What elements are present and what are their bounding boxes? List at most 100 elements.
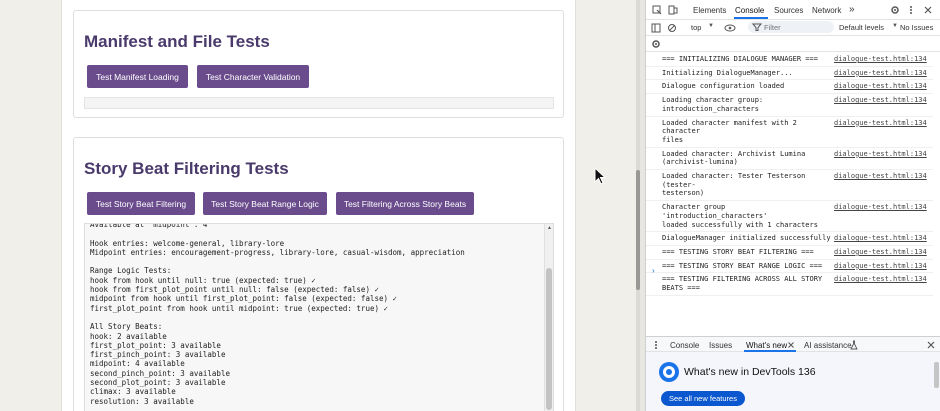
- drawer-tab-issues[interactable]: Issues: [709, 341, 732, 350]
- console-source-link[interactable]: dialogue-test.html:134: [834, 275, 927, 284]
- console-prompt[interactable]: ›: [652, 266, 655, 275]
- whats-new-scrollbar[interactable]: [934, 362, 939, 388]
- console-message: DialogueManager initialized successfully…: [646, 232, 933, 246]
- console-source-link[interactable]: dialogue-test.html:134: [834, 119, 927, 128]
- console-message: Loaded character manifest with 2 charact…: [646, 117, 933, 148]
- console-message: Dialogue configuration loaded dialogue-te…: [646, 80, 933, 95]
- console-message: === TESTING STORY BEAT RANGE LOGIC === di…: [646, 260, 933, 274]
- test-manifest-loading-button[interactable]: Test Manifest Loading: [87, 65, 188, 88]
- section-title-story-beat: Story Beat Filtering Tests: [84, 159, 289, 178]
- drawer-menu-icon[interactable]: [651, 340, 661, 350]
- console-message: Character group 'introduction_characters…: [646, 201, 933, 233]
- manifest-tests-section: Manifest and File Tests Test Manifest Lo…: [73, 10, 564, 118]
- console-source-link[interactable]: dialogue-test.html:134: [834, 262, 927, 271]
- console-message: === TESTING FILTERING ACROSS ALL STORY B…: [646, 273, 933, 296]
- console-source-link[interactable]: dialogue-test.html:134: [834, 150, 927, 159]
- drawer-tab-ai-assistance[interactable]: AI assistance: [804, 341, 852, 350]
- test-filtering-across-beats-button[interactable]: Test Filtering Across Story Beats: [336, 192, 474, 215]
- levels-chevron-down-icon[interactable]: ▼: [892, 23, 898, 29]
- inspect-element-icon[interactable]: [652, 5, 662, 15]
- console-message: Initializing DialogueManager... dialogue-…: [646, 67, 933, 81]
- more-tabs-icon[interactable]: »: [849, 4, 855, 15]
- console-source-link[interactable]: dialogue-test.html:134: [834, 203, 927, 212]
- device-toolbar-icon[interactable]: [668, 5, 678, 15]
- context-selector[interactable]: top: [691, 23, 701, 32]
- test-story-beat-range-logic-button[interactable]: Test Story Beat Range Logic: [203, 192, 327, 215]
- story-beat-tests-section: Story Beat Filtering Tests Test Story Be…: [73, 137, 564, 411]
- close-devtools-icon[interactable]: [923, 5, 933, 15]
- log-text: Available at 'midpoint': 4 Hook entries:…: [90, 223, 465, 406]
- drawer-tab-whats-new[interactable]: What's new: [746, 341, 787, 350]
- console-source-link[interactable]: dialogue-test.html:134: [834, 248, 927, 257]
- log-scrollbar-thumb[interactable]: [546, 268, 552, 410]
- story-beat-results-log[interactable]: Available at 'midpoint': 4 Hook entries:…: [84, 223, 554, 411]
- tab-console[interactable]: Console: [735, 6, 764, 15]
- drawer-tab-console[interactable]: Console: [670, 341, 699, 350]
- log-levels-dropdown[interactable]: Default levels: [839, 23, 884, 32]
- console-message-text: Initializing DialogueManager...: [662, 68, 793, 77]
- scroll-up-arrow-icon[interactable]: ▲: [546, 225, 553, 232]
- close-tab-icon[interactable]: [786, 340, 796, 350]
- devtools-panel: Elements Console Sources Network » top ▼…: [645, 0, 940, 411]
- console-source-link[interactable]: dialogue-test.html:134: [834, 69, 927, 78]
- filter-input[interactable]: [764, 22, 830, 32]
- mouse-cursor-icon: [594, 167, 606, 185]
- clear-console-icon[interactable]: [667, 23, 677, 33]
- console-message: Loaded character: Tester Testerson (test…: [646, 170, 933, 202]
- console-message-text: === INITIALIZING DIALOGUE MANAGER ===: [662, 55, 818, 63]
- console-settings-gear-icon[interactable]: [651, 39, 661, 49]
- console-settings-row: [646, 36, 940, 52]
- devtools-tab-bar: Elements Console Sources Network »: [646, 0, 940, 20]
- test-character-validation-button[interactable]: Test Character Validation: [197, 65, 309, 88]
- console-scrollbar[interactable]: [934, 53, 940, 333]
- console-message-text: === TESTING FILTERING ACROSS ALL STORY B…: [662, 275, 823, 293]
- console-message-text: Loading character group: introduction_ch…: [662, 96, 764, 113]
- chevron-down-icon[interactable]: ▼: [708, 23, 714, 29]
- console-source-link[interactable]: dialogue-test.html:134: [834, 172, 927, 181]
- log-scrollbar[interactable]: ▲: [544, 224, 553, 411]
- filter-funnel-icon: [752, 23, 762, 31]
- chrome-devtools-logo-icon: [659, 362, 679, 382]
- live-expression-eye-icon[interactable]: [724, 23, 736, 33]
- settings-gear-icon[interactable]: [890, 5, 900, 15]
- active-tab-indicator: [734, 17, 768, 19]
- console-source-link[interactable]: dialogue-test.html:134: [834, 82, 927, 91]
- page-viewport: Manifest and File Tests Test Manifest Lo…: [0, 0, 640, 411]
- drawer-tab-bar: Console Issues What's new AI assistance: [646, 336, 940, 352]
- more-options-icon[interactable]: [906, 5, 916, 15]
- test-story-beat-filtering-button[interactable]: Test Story Beat Filtering: [87, 192, 195, 215]
- section-title-manifest: Manifest and File Tests: [84, 32, 270, 51]
- console-message: Loaded character: Archivist Lumina (arch…: [646, 148, 933, 171]
- console-source-link[interactable]: dialogue-test.html:134: [834, 234, 927, 243]
- manifest-results-output: [84, 97, 554, 109]
- tab-network[interactable]: Network: [812, 6, 841, 15]
- close-drawer-icon[interactable]: [926, 340, 936, 350]
- console-message-text: Loaded character manifest with 2 charact…: [662, 118, 797, 144]
- console-message: === INITIALIZING DIALOGUE MANAGER === dia…: [646, 53, 933, 67]
- experiment-flask-icon: [850, 340, 858, 350]
- console-message-text: Loaded character: Tester Testerson (test…: [662, 172, 806, 198]
- tab-sources[interactable]: Sources: [774, 6, 803, 15]
- sidebar-toggle-icon[interactable]: [651, 23, 661, 33]
- page-scrollbar[interactable]: [636, 0, 640, 411]
- console-message-text: Character group 'introduction_characters…: [662, 203, 818, 229]
- console-message-text: Dialogue configuration loaded: [662, 82, 785, 91]
- console-toolbar: top ▼ Default levels ▼ No Issues: [646, 20, 940, 36]
- filter-box[interactable]: [748, 21, 834, 33]
- console-source-link[interactable]: dialogue-test.html:134: [834, 96, 927, 105]
- console-message: Loading character group: introduction_ch…: [646, 94, 933, 117]
- console-message-text: === TESTING STORY BEAT RANGE LOGIC ===: [662, 261, 823, 270]
- console-message-list: === INITIALIZING DIALOGUE MANAGER === dia…: [646, 53, 933, 296]
- console-message-text: === TESTING STORY BEAT FILTERING ===: [662, 247, 814, 256]
- page-scrollbar-thumb[interactable]: [636, 170, 640, 290]
- tab-elements[interactable]: Elements: [693, 6, 726, 15]
- console-source-link[interactable]: dialogue-test.html:134: [834, 55, 927, 64]
- whats-new-panel: What's new in DevTools 136 See all new f…: [646, 352, 940, 411]
- console-message: === TESTING STORY BEAT FILTERING === dial…: [646, 246, 933, 260]
- test-page-content: Manifest and File Tests Test Manifest Lo…: [61, 0, 576, 411]
- issues-counter[interactable]: No Issues: [900, 23, 933, 32]
- whats-new-title: What's new in DevTools 136: [684, 366, 816, 378]
- console-message-text: Loaded character: Archivist Lumina (arch…: [662, 149, 806, 167]
- see-all-features-button[interactable]: See all new features: [661, 391, 745, 406]
- console-message-text: DialogueManager initialized successfully: [662, 234, 831, 243]
